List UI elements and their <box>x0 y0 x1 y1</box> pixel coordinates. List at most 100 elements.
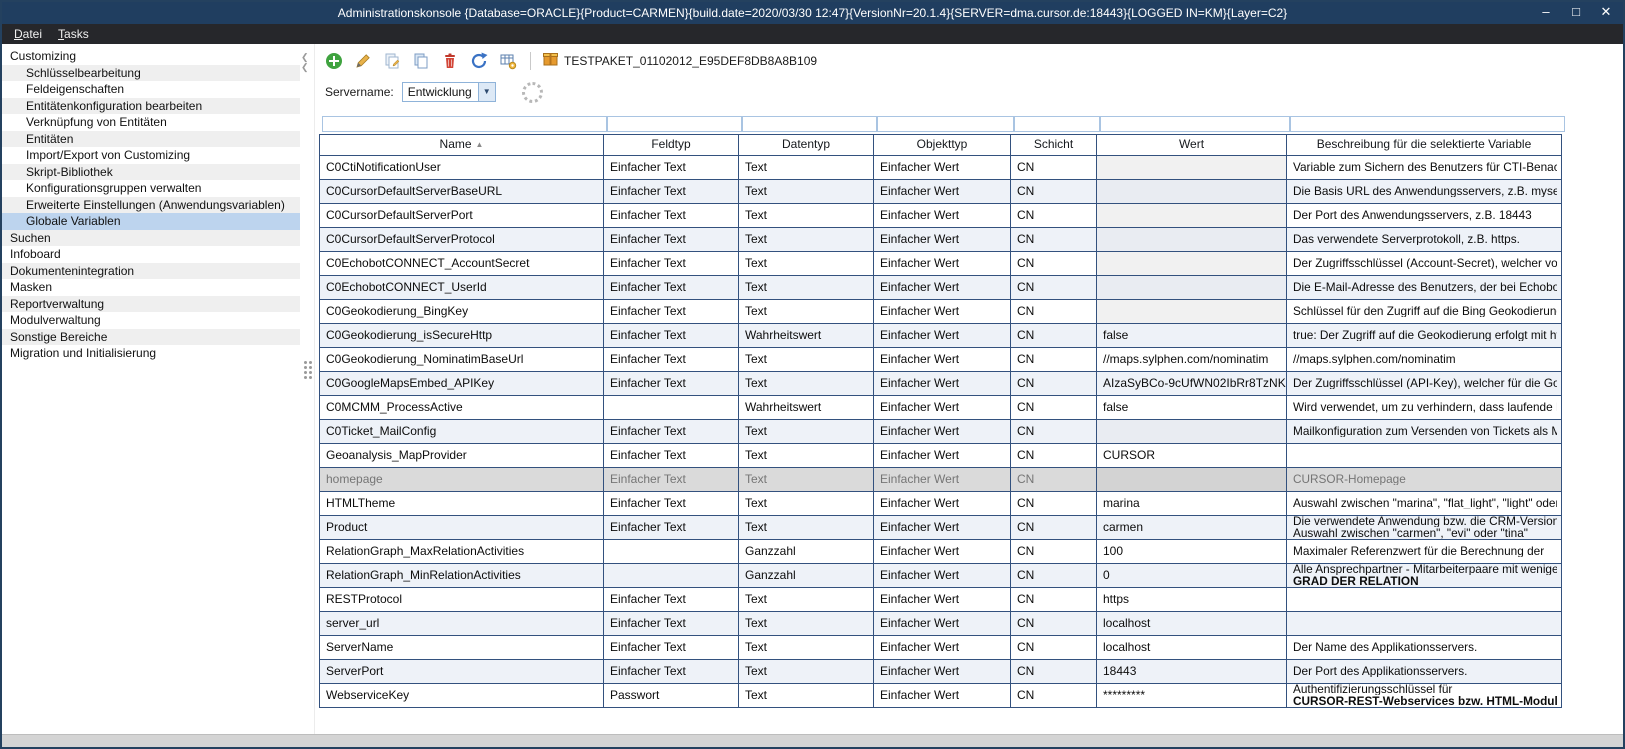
cell-datentyp[interactable]: Text <box>739 468 874 491</box>
cell-wert[interactable]: false <box>1097 324 1287 347</box>
table-row[interactable]: C0Geokodierung_isSecureHttpEinfacher Tex… <box>319 324 1562 348</box>
cell-schicht[interactable]: CN <box>1011 252 1097 275</box>
cell-name[interactable]: C0GoogleMapsEmbed_APIKey <box>319 372 604 395</box>
cell-name[interactable]: C0CtiNotificationUser <box>319 156 604 179</box>
cell-datentyp[interactable]: Text <box>739 252 874 275</box>
table-row[interactable]: RelationGraph_MaxRelationActivities Ganzz… <box>319 540 1562 564</box>
cell-beschreibung[interactable]: Der Name des Applikationsservers. <box>1287 636 1562 659</box>
cell-beschreibung[interactable]: Der Port des Anwendungsservers, z.B. 184… <box>1287 204 1562 227</box>
cell-objekttyp[interactable]: Einfacher Wert <box>874 588 1011 611</box>
cell-objekttyp[interactable]: Einfacher Wert <box>874 636 1011 659</box>
sidebar-item[interactable]: Erweiterte Einstellungen (Anwendungsvari… <box>2 197 300 214</box>
menu-datei[interactable]: Datei <box>6 24 50 44</box>
column-header-0[interactable]: Name▲ <box>319 135 604 155</box>
cell-wert[interactable]: carmen <box>1097 516 1287 539</box>
table-row[interactable]: ProductEinfacher TextTextEinfacher WertC… <box>319 516 1562 540</box>
cell-feldtyp[interactable]: Einfacher Text <box>604 204 739 227</box>
cell-wert[interactable]: 0 <box>1097 564 1287 587</box>
cell-schicht[interactable]: CN <box>1011 372 1097 395</box>
cell-schicht[interactable]: CN <box>1011 492 1097 515</box>
edit-icon[interactable] <box>352 50 374 72</box>
cell-wert[interactable] <box>1097 204 1287 227</box>
cell-name[interactable]: RelationGraph_MinRelationActivities <box>319 564 604 587</box>
cell-wert[interactable] <box>1097 252 1287 275</box>
cell-beschreibung[interactable]: Die E-Mail-Adresse des Benutzers, der be… <box>1287 276 1562 299</box>
table-row[interactable]: C0CursorDefaultServerBaseURLEinfacher Te… <box>319 180 1562 204</box>
cell-feldtyp[interactable]: Einfacher Text <box>604 156 739 179</box>
cell-feldtyp[interactable]: Einfacher Text <box>604 612 739 635</box>
cell-wert[interactable] <box>1097 420 1287 443</box>
table-row[interactable]: Geoanalysis_MapProviderEinfacher TextTex… <box>319 444 1562 468</box>
cell-name[interactable]: RelationGraph_MaxRelationActivities <box>319 540 604 563</box>
splitter-grip-icon[interactable] <box>304 361 312 379</box>
cell-wert[interactable]: AIzaSyBCo-9cUfWN02IbRr8TzNK... <box>1097 372 1287 395</box>
cell-beschreibung[interactable]: Das verwendete Serverprotokoll, z.B. htt… <box>1287 228 1562 251</box>
cell-wert[interactable]: localhost <box>1097 636 1287 659</box>
cell-beschreibung[interactable]: Schlüssel für den Zugriff auf die Bing G… <box>1287 300 1562 323</box>
cell-name[interactable]: C0CursorDefaultServerProtocol <box>319 228 604 251</box>
cell-beschreibung[interactable]: true: Der Zugriff auf die Geokodierung e… <box>1287 324 1562 347</box>
cell-objekttyp[interactable]: Einfacher Wert <box>874 540 1011 563</box>
cell-beschreibung[interactable]: Die Basis URL des Anwendungsservers, z.B… <box>1287 180 1562 203</box>
cell-datentyp[interactable]: Text <box>739 276 874 299</box>
cell-name[interactable]: Geoanalysis_MapProvider <box>319 444 604 467</box>
cell-schicht[interactable]: CN <box>1011 324 1097 347</box>
cell-schicht[interactable]: CN <box>1011 228 1097 251</box>
menu-tasks[interactable]: Tasks <box>50 24 97 44</box>
cell-feldtyp[interactable]: Einfacher Text <box>604 420 739 443</box>
horizontal-scrollbar[interactable] <box>2 734 1623 747</box>
sidebar-splitter[interactable]: ❮ ❮ <box>300 44 314 734</box>
grid-settings-icon[interactable] <box>497 50 519 72</box>
cell-datentyp[interactable]: Ganzzahl <box>739 540 874 563</box>
cell-schicht[interactable]: CN <box>1011 660 1097 683</box>
cell-wert[interactable]: CURSOR <box>1097 444 1287 467</box>
cell-schicht[interactable]: CN <box>1011 276 1097 299</box>
cell-objekttyp[interactable]: Einfacher Wert <box>874 396 1011 419</box>
cell-datentyp[interactable]: Wahrheitswert <box>739 324 874 347</box>
sidebar-item[interactable]: Verknüpfung von Entitäten <box>2 114 300 131</box>
cell-schicht[interactable]: CN <box>1011 300 1097 323</box>
maximize-button[interactable]: □ <box>1561 2 1591 24</box>
cell-feldtyp[interactable]: Einfacher Text <box>604 252 739 275</box>
cell-datentyp[interactable]: Text <box>739 156 874 179</box>
cell-datentyp[interactable]: Text <box>739 228 874 251</box>
cell-name[interactable]: C0Geokodierung_BingKey <box>319 300 604 323</box>
cell-datentyp[interactable]: Text <box>739 300 874 323</box>
cell-beschreibung[interactable]: Alle Ansprechpartner - Mitarbeiterpaare … <box>1287 564 1562 587</box>
cell-wert[interactable] <box>1097 276 1287 299</box>
cell-beschreibung[interactable] <box>1287 588 1562 611</box>
cell-feldtyp[interactable]: Einfacher Text <box>604 588 739 611</box>
cell-wert[interactable] <box>1097 228 1287 251</box>
cell-wert[interactable]: ********* <box>1097 684 1287 707</box>
filter-input-3[interactable] <box>877 116 1014 132</box>
sidebar-item[interactable]: Infoboard <box>2 246 300 263</box>
cell-name[interactable]: C0MCMM_ProcessActive <box>319 396 604 419</box>
cell-datentyp[interactable]: Ganzzahl <box>739 564 874 587</box>
cell-feldtyp[interactable]: Einfacher Text <box>604 300 739 323</box>
table-row[interactable]: C0CursorDefaultServerPortEinfacher TextT… <box>319 204 1562 228</box>
cell-objekttyp[interactable]: Einfacher Wert <box>874 420 1011 443</box>
sidebar-item[interactable]: Schlüsselbearbeitung <box>2 65 300 82</box>
cell-objekttyp[interactable]: Einfacher Wert <box>874 204 1011 227</box>
table-row[interactable]: C0GoogleMapsEmbed_APIKeyEinfacher TextTe… <box>319 372 1562 396</box>
cell-datentyp[interactable]: Text <box>739 180 874 203</box>
column-header-1[interactable]: Feldtyp <box>604 135 739 155</box>
server-select[interactable]: Entwicklung ▼ <box>402 82 496 102</box>
cell-objekttyp[interactable]: Einfacher Wert <box>874 156 1011 179</box>
table-row[interactable]: homepageEinfacher TextTextEinfacher Wert… <box>319 468 1562 492</box>
table-row[interactable]: C0CursorDefaultServerProtocolEinfacher T… <box>319 228 1562 252</box>
cell-objekttyp[interactable]: Einfacher Wert <box>874 492 1011 515</box>
column-header-4[interactable]: Schicht <box>1011 135 1097 155</box>
sidebar-item[interactable]: Reportverwaltung <box>2 296 300 313</box>
cell-schicht[interactable]: CN <box>1011 564 1097 587</box>
column-header-2[interactable]: Datentyp <box>739 135 874 155</box>
table-row[interactable]: C0Geokodierung_BingKeyEinfacher TextText… <box>319 300 1562 324</box>
cell-objekttyp[interactable]: Einfacher Wert <box>874 660 1011 683</box>
cell-beschreibung[interactable]: Variable zum Sichern des Benutzers für C… <box>1287 156 1562 179</box>
minimize-button[interactable]: – <box>1531 2 1561 24</box>
sidebar-item[interactable]: Konfigurationsgruppen verwalten <box>2 180 300 197</box>
table-row[interactable]: server_urlEinfacher TextTextEinfacher We… <box>319 612 1562 636</box>
cell-schicht[interactable]: CN <box>1011 156 1097 179</box>
table-row[interactable]: RESTProtocolEinfacher TextTextEinfacher … <box>319 588 1562 612</box>
table-row[interactable]: ServerNameEinfacher TextTextEinfacher We… <box>319 636 1562 660</box>
